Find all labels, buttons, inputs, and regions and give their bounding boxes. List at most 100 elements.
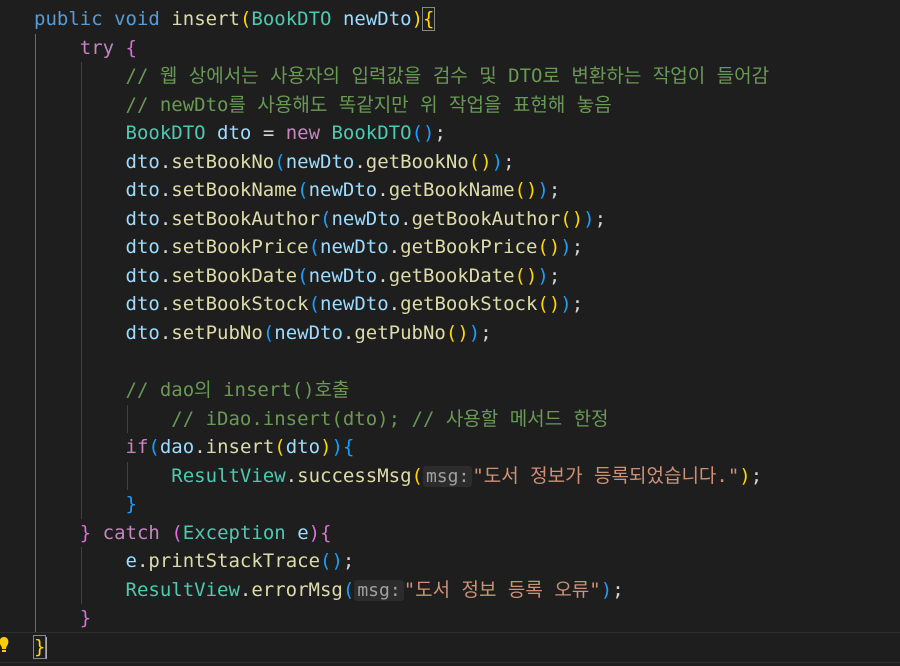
indent-guide <box>35 575 36 605</box>
code-line-19[interactable]: } catch (Exception e){ <box>0 518 900 548</box>
code-line-22[interactable]: } <box>0 604 900 634</box>
paren: ) <box>411 8 424 30</box>
indent-guide <box>81 204 82 234</box>
setter-call: setBookDate <box>171 264 298 287</box>
code-line-3[interactable]: // 웹 상에서는 사용자의 입력값을 검수 및 DTO로 변환하는 작업이 들… <box>0 62 900 91</box>
string-literal: "도서 정보가 등록되었습니다." <box>472 464 740 487</box>
paren: ( <box>239 8 252 30</box>
code-line-11[interactable]: dto.setBookStock(newDto.getBookStock()); <box>0 290 900 320</box>
method-name: insert <box>171 8 240 30</box>
brace: } <box>125 493 137 516</box>
indent-guide <box>81 404 82 434</box>
indent-guide <box>35 204 36 234</box>
object-ref: dto <box>125 179 160 202</box>
object-ref: newDto <box>320 236 389 259</box>
code-line-9[interactable]: dto.setBookPrice(newDto.getBookPrice()); <box>0 233 900 262</box>
indent-guide <box>81 176 82 205</box>
indent-guide <box>81 461 82 491</box>
object-ref: newDto <box>320 293 389 316</box>
type-name: ResultView <box>125 578 240 601</box>
parameter-name: e <box>297 521 309 544</box>
indent-guide <box>35 90 36 120</box>
indent-guide <box>81 90 82 120</box>
type-name: BookDTO <box>251 8 332 30</box>
getter-call: getBookName <box>388 179 515 202</box>
indent-guide <box>81 319 82 348</box>
getter-call: getBookNo <box>365 150 469 173</box>
brace: } <box>79 607 92 630</box>
method-call: errorMsg <box>251 578 343 601</box>
code-line-8[interactable]: dto.setBookAuthor(newDto.getBookAuthor()… <box>0 204 900 234</box>
keyword-if: if <box>125 436 149 459</box>
indent-guide <box>35 376 36 405</box>
object-ref: dto <box>125 150 160 173</box>
indent-guide <box>35 518 36 548</box>
comment: // iDao.insert(dto); // 사용할 메서드 한정 <box>171 407 609 430</box>
object-ref: dto <box>125 322 160 345</box>
code-line-5[interactable]: BookDTO dto = new BookDTO(); <box>0 119 900 148</box>
object-ref: dto <box>125 207 160 230</box>
keyword: void <box>114 8 160 30</box>
keyword-new: new <box>285 122 321 145</box>
type-name: Exception <box>182 521 286 544</box>
code-line-12[interactable]: dto.setPubNo(newDto.getPubNo()); <box>0 319 900 348</box>
indent-guide <box>81 547 82 576</box>
method-call: printStackTrace <box>148 550 321 573</box>
setter-call: setPubNo <box>171 322 263 345</box>
variable-name: dto <box>217 122 252 145</box>
code-line-21[interactable]: ResultView.errorMsg(msg: "도서 정보 등록 오류"); <box>0 575 900 605</box>
getter-call: getBookStock <box>400 293 538 316</box>
code-line-16[interactable]: if(dao.insert(dto)){ <box>0 433 900 462</box>
setter-call: setBookStock <box>171 293 309 316</box>
code-line-14[interactable]: // dao의 insert()호출 <box>0 376 900 405</box>
indent-guide <box>35 319 36 348</box>
code-line-23[interactable]: } <box>0 632 900 663</box>
method-call: successMsg <box>297 464 412 487</box>
object-ref: dao <box>159 436 195 459</box>
code-line-10[interactable]: dto.setBookDate(newDto.getBookDate()); <box>0 261 900 291</box>
code-line-20[interactable]: e.printStackTrace(); <box>0 547 900 576</box>
object-ref: newDto <box>285 150 355 173</box>
object-ref: newDto <box>308 179 378 202</box>
code-line-15[interactable]: // iDao.insert(dto); // 사용할 메서드 한정 <box>0 404 900 434</box>
keyword: public <box>34 8 103 30</box>
code-line-1[interactable]: public void insert(BookDTO newDto){ <box>0 5 900 34</box>
code-line-7[interactable]: dto.setBookName(newDto.getBookName()); <box>0 176 900 205</box>
brace: { <box>125 36 137 59</box>
keyword-catch: catch <box>102 521 160 544</box>
indent-guide <box>81 62 82 91</box>
object-ref: newDto <box>331 207 401 230</box>
code-line-4[interactable]: // newDto를 사용해도 똑같지만 위 작업을 표현해 놓음 <box>0 90 900 120</box>
code-line-18[interactable]: } <box>0 490 900 519</box>
setter-call: setBookPrice <box>171 236 309 259</box>
getter-call: getBookAuthor <box>411 207 561 230</box>
parameter-hint: msg: <box>422 465 473 487</box>
code-line-2[interactable]: try { <box>0 33 900 63</box>
code-line-17[interactable]: ResultView.successMsg(msg: "도서 정보가 등록되었습니… <box>0 461 900 491</box>
indent-guide <box>127 404 128 434</box>
comment: // dao의 insert()호출 <box>125 379 350 402</box>
setter-call: setBookAuthor <box>171 207 321 230</box>
lightbulb-icon[interactable] <box>0 635 10 657</box>
comment: // 웹 상에서는 사용자의 입력값을 검수 및 DTO로 변환하는 작업이 들… <box>125 65 770 88</box>
indent-guide <box>35 433 36 462</box>
code-line-13[interactable] <box>0 347 900 377</box>
indent-guide <box>81 119 82 148</box>
code-line-6[interactable]: dto.setBookNo(newDto.getBookNo()); <box>0 147 900 177</box>
indent-guide <box>81 147 82 177</box>
setter-call: setBookName <box>171 179 298 202</box>
indent-guide <box>35 461 36 491</box>
indent-guide <box>35 62 36 91</box>
object-ref: dto <box>125 236 160 259</box>
semicolon: ; <box>434 122 446 145</box>
object-ref: e <box>125 550 137 573</box>
indent-guide <box>35 33 36 63</box>
keyword-try: try <box>79 36 115 59</box>
code-editor[interactable]: public void insert(BookDTO newDto){ try … <box>0 5 900 663</box>
object-ref: newDto <box>274 322 343 345</box>
indent-guide <box>35 261 36 291</box>
type-name: BookDTO <box>125 122 206 145</box>
operator: = <box>251 122 286 145</box>
method-call: insert <box>205 436 275 459</box>
indent-guide <box>81 347 82 377</box>
